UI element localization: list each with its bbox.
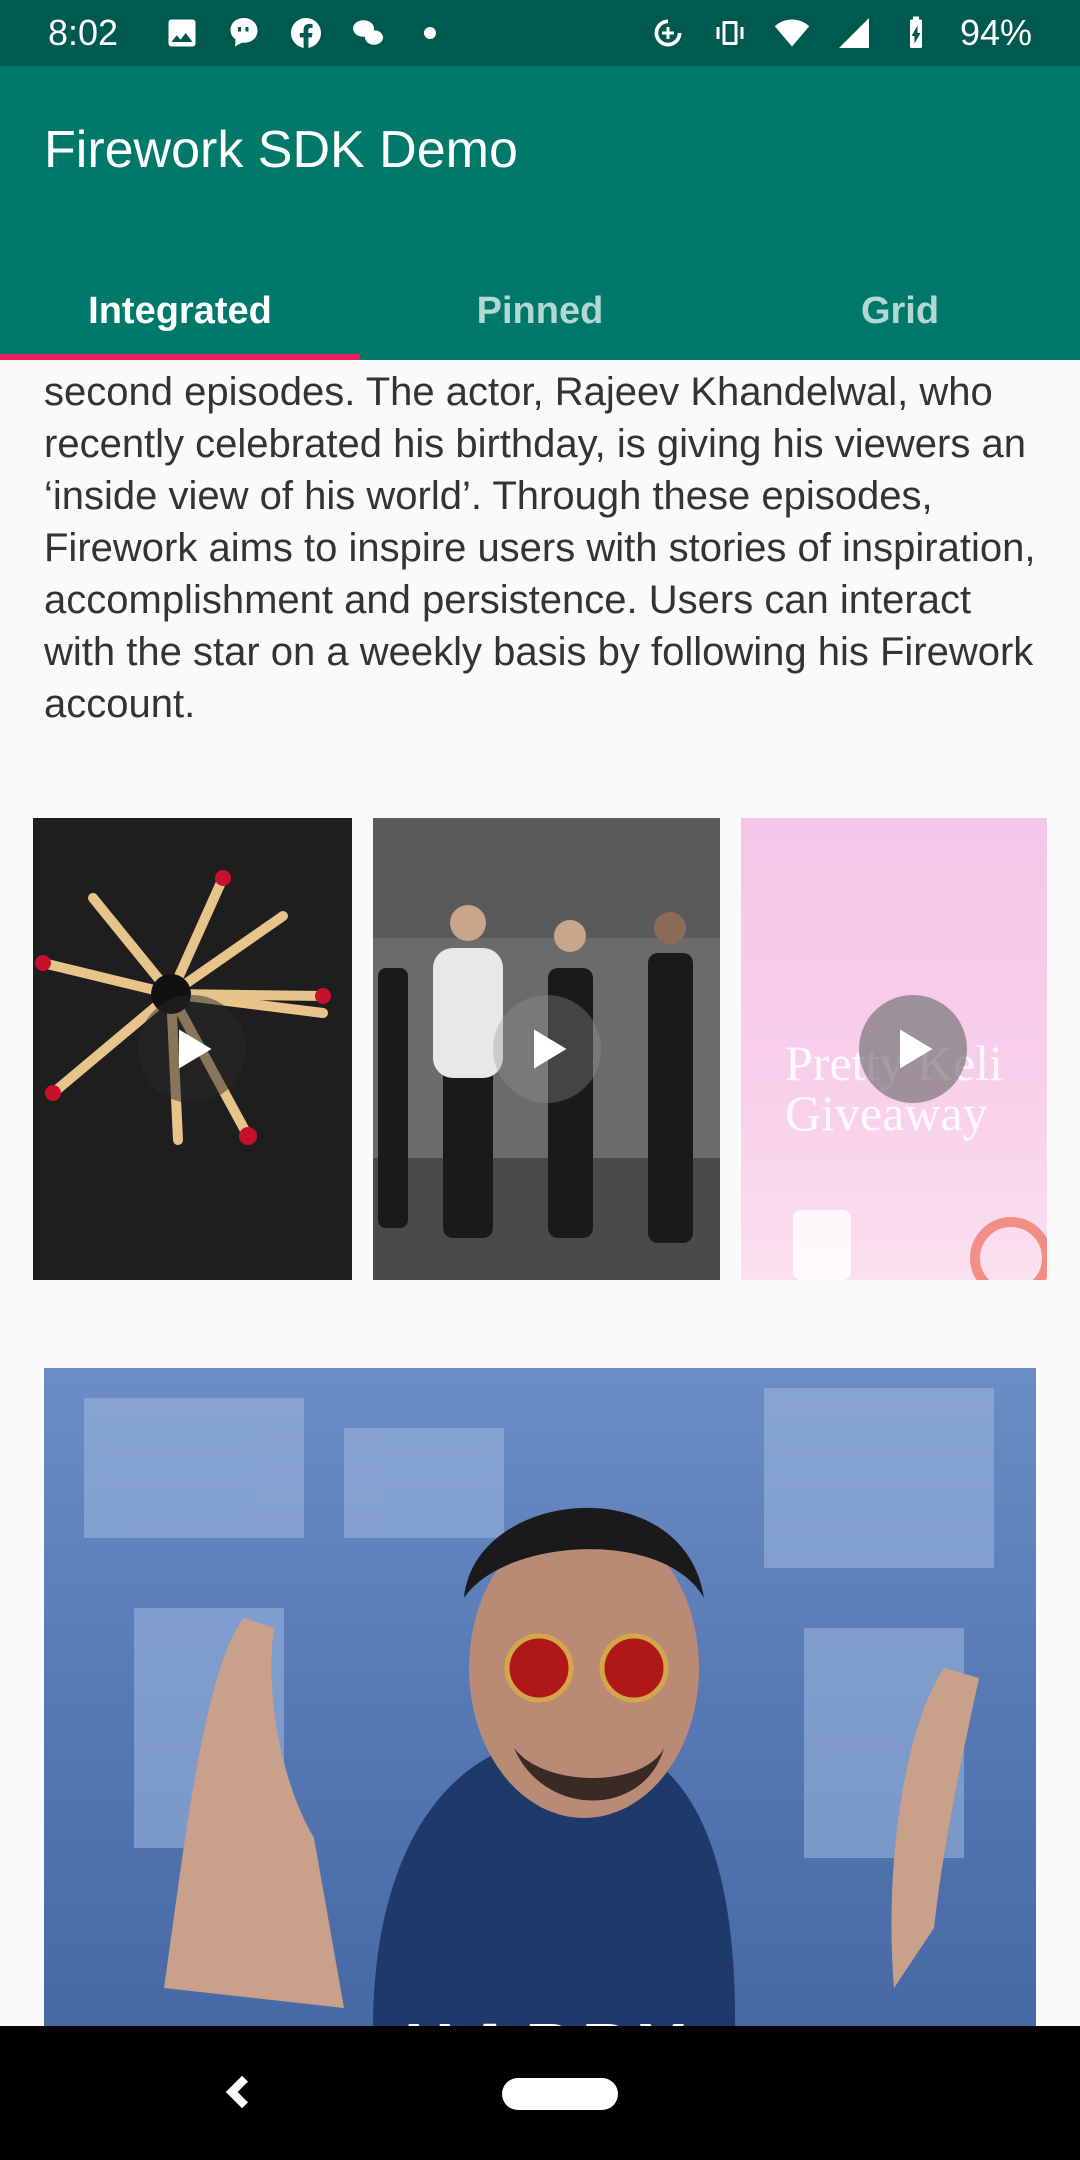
status-left: 8:02 — [48, 12, 448, 54]
feature-video[interactable]: HAPPY — [44, 1368, 1036, 2026]
article-text: second episodes. The actor, Rajeev Khand… — [44, 370, 1036, 726]
feature-video-image — [44, 1368, 1036, 2026]
back-button[interactable] — [212, 2064, 268, 2120]
tab-grid[interactable]: Grid — [720, 262, 1080, 360]
app-bar: Firework SDK Demo Integrated Pinned Grid — [0, 66, 1080, 360]
tab-pinned[interactable]: Pinned — [360, 262, 720, 360]
status-right: 94% — [650, 12, 1032, 54]
tab-bar: Integrated Pinned Grid — [0, 262, 1080, 360]
status-bar: 8:02 94% — [0, 0, 1080, 66]
video-thumbnail-dancers[interactable] — [373, 818, 720, 1280]
play-button[interactable] — [138, 995, 246, 1103]
image-icon — [164, 15, 200, 51]
home-pill[interactable] — [502, 2078, 618, 2110]
feed-content[interactable]: second episodes. The actor, Rajeev Khand… — [0, 360, 1080, 2026]
message-bubble-icon — [226, 15, 262, 51]
feature-caption: HAPPY — [404, 2008, 695, 2026]
play-button[interactable] — [493, 995, 601, 1103]
play-icon — [900, 1029, 933, 1069]
navigation-bar — [0, 2026, 1080, 2160]
play-icon — [534, 1029, 567, 1069]
vibrate-icon — [712, 15, 748, 51]
battery-charging-icon — [898, 15, 934, 51]
status-battery: 94% — [959, 12, 1032, 53]
facebook-icon — [288, 15, 324, 51]
app-title: Firework SDK Demo — [44, 121, 518, 179]
signal-icon — [836, 15, 872, 51]
video-thumbnail-matchsticks[interactable] — [33, 818, 352, 1280]
back-icon — [225, 2075, 248, 2109]
status-time: 8:02 — [48, 12, 119, 53]
video-thumbnail-promo[interactable]: Pretty Keli Giveaway — [741, 818, 1047, 1280]
data-saver-icon — [650, 15, 686, 51]
play-button[interactable] — [859, 995, 967, 1103]
wifi-icon — [774, 15, 810, 51]
tab-integrated[interactable]: Integrated — [0, 262, 360, 360]
wechat-icon — [350, 15, 386, 51]
play-icon — [179, 1029, 212, 1069]
dot-icon — [412, 15, 448, 51]
